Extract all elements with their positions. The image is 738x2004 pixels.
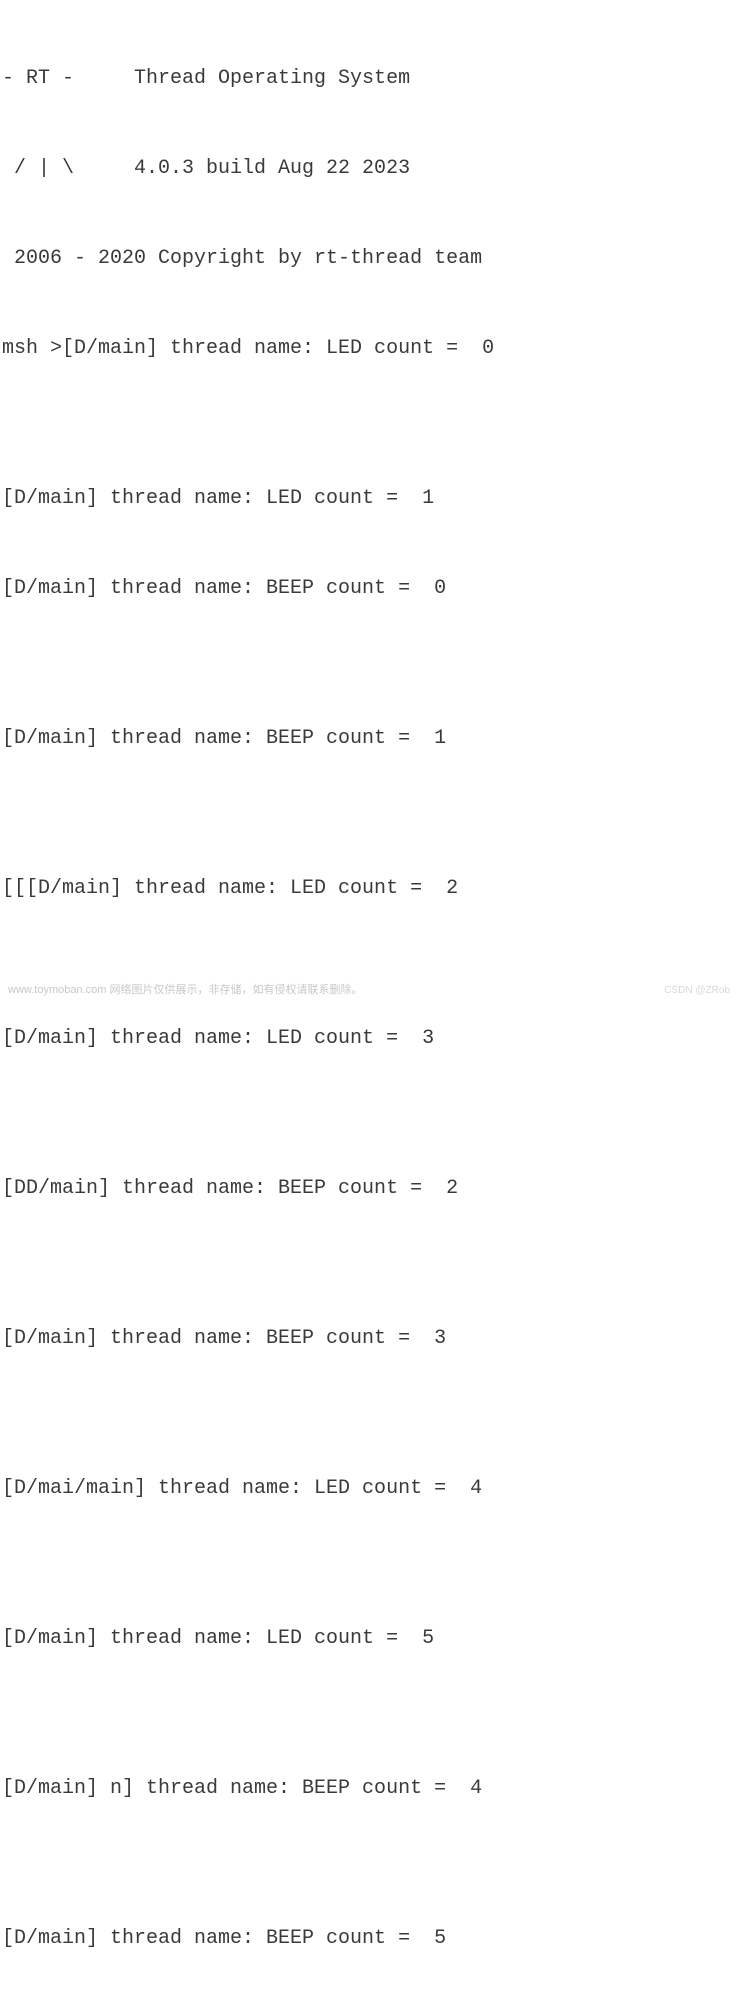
console-line: [D/main] thread name: BEEP count = 3: [2, 1324, 736, 1354]
console-line: [[[D/main] thread name: LED count = 2: [2, 874, 736, 904]
console-line: msh >[D/main] thread name: LED count = 0: [2, 334, 736, 364]
console-line: [D/main] n] thread name: BEEP count = 4: [2, 1774, 736, 1804]
console-line: 2006 - 2020 Copyright by rt-thread team: [2, 244, 736, 274]
console-line: [D/main] thread name: BEEP count = 0: [2, 574, 736, 604]
console-line: [D/main] thread name: BEEP count = 5: [2, 1924, 736, 1954]
terminal-output: - RT - Thread Operating System / | \ 4.0…: [2, 4, 736, 2004]
console-line: [D/main] thread name: BEEP count = 1: [2, 724, 736, 754]
console-line: [D/main] thread name: LED count = 3: [2, 1024, 736, 1054]
console-line: [D/main] thread name: LED count = 5: [2, 1624, 736, 1654]
watermark-right: CSDN @ZRob: [664, 983, 730, 998]
console-line: - RT - Thread Operating System: [2, 64, 736, 94]
console-line: [D/mai/main] thread name: LED count = 4: [2, 1474, 736, 1504]
console-line: [DD/main] thread name: BEEP count = 2: [2, 1174, 736, 1204]
console-line: [D/main] thread name: LED count = 1: [2, 484, 736, 514]
watermark-left: www.toymoban.com 网络图片仅供展示，非存储，如有侵权请联系删除。: [8, 982, 362, 999]
watermark-footer: www.toymoban.com 网络图片仅供展示，非存储，如有侵权请联系删除。…: [0, 982, 738, 999]
console-line: / | \ 4.0.3 build Aug 22 2023: [2, 154, 736, 184]
